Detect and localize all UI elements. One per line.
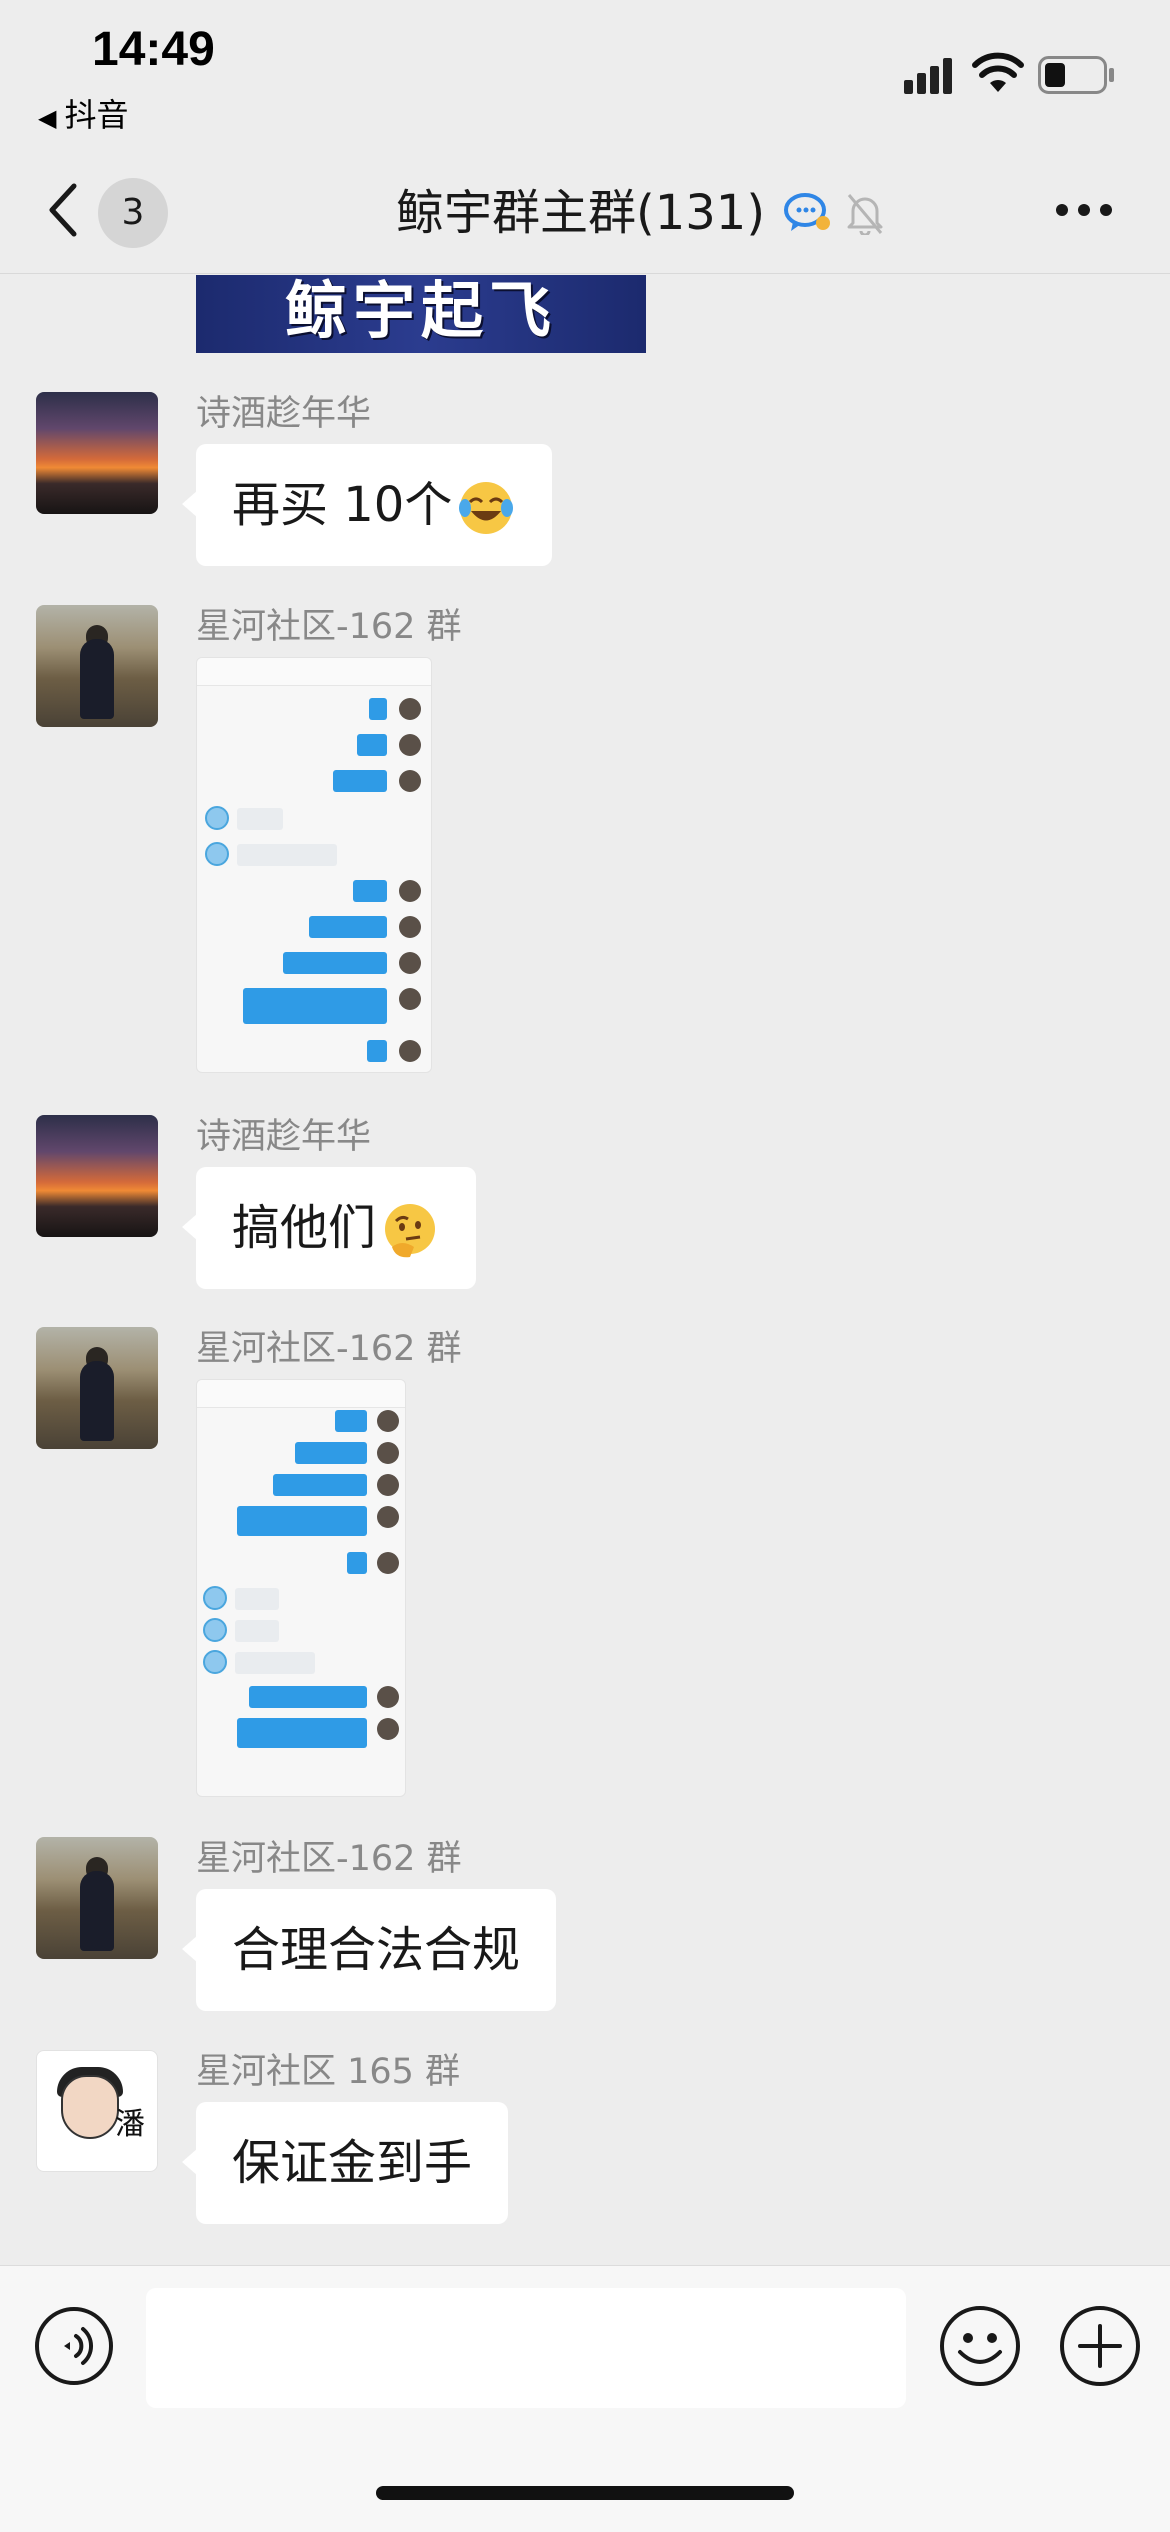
message-text: 合理合法合规 — [232, 1922, 521, 1978]
message-bubble[interactable]: 合理合法合规 — [181, 1889, 557, 2011]
back-triangle-icon: ◀ — [38, 104, 57, 132]
chat-screenshot-image[interactable] — [196, 657, 432, 1073]
message-list[interactable]: 鲸宇起飞 诗酒趁年华 再买 10个 星河社区-162 群 诗酒趁年华 搞他们 星… — [0, 275, 1170, 2265]
home-indicator[interactable] — [376, 2486, 794, 2500]
message-text: 再买 10个 — [232, 477, 453, 533]
emoji-icon[interactable] — [938, 2304, 1022, 2388]
chat-title-group: 鲸宇群主群(131) — [396, 178, 885, 248]
message-text: 保证金到手 — [232, 2135, 473, 2191]
sender-name: 星河社区-162 群 — [196, 1839, 462, 1879]
message-bubble[interactable]: 再买 10个 — [181, 444, 553, 566]
chat-header: 3 鲸宇群主群(131) — [0, 150, 1170, 274]
unread-count-badge[interactable]: 3 — [98, 178, 168, 248]
status-time: 14:49 — [92, 23, 215, 76]
sender-name: 诗酒趁年华 — [196, 1117, 372, 1157]
sender-name: 诗酒趁年华 — [196, 394, 372, 434]
avatar-character: 潘 — [115, 2107, 145, 2142]
back-chevron-icon[interactable] — [42, 180, 82, 240]
back-app-label: 抖音 — [64, 96, 129, 134]
group-chat-icon — [784, 193, 831, 231]
avatar[interactable] — [36, 1327, 158, 1449]
add-more-icon[interactable] — [1058, 2304, 1142, 2388]
chat-screenshot-image[interactable] — [196, 1379, 406, 1797]
voice-input-icon[interactable] — [34, 2306, 114, 2386]
avatar[interactable] — [36, 392, 158, 514]
battery-icon — [1038, 56, 1114, 94]
wifi-icon — [972, 52, 1024, 92]
sender-name: 星河社区 165 群 — [196, 2052, 461, 2092]
tears-of-joy-emoji-icon — [459, 482, 514, 534]
avatar[interactable]: 潘 — [36, 2050, 158, 2172]
message-text: 搞他们 — [232, 1200, 377, 1256]
avatar[interactable] — [36, 1115, 158, 1237]
more-options-icon[interactable] — [1054, 202, 1114, 218]
avatar[interactable] — [36, 605, 158, 727]
sender-name: 星河社区-162 群 — [196, 607, 462, 647]
mute-bell-icon — [847, 194, 883, 235]
message-bubble[interactable]: 搞他们 — [181, 1167, 477, 1289]
status-bar: 14:49 ◀ 抖音 — [0, 0, 1170, 150]
back-to-app-link[interactable]: ◀ 抖音 — [38, 90, 128, 136]
banner-image[interactable]: 鲸宇起飞 — [196, 275, 646, 353]
thinking-face-emoji-icon — [385, 1204, 436, 1258]
message-bubble[interactable]: 保证金到手 — [181, 2102, 509, 2224]
cellular-signal-icon — [904, 58, 952, 94]
avatar[interactable] — [36, 1837, 158, 1959]
chat-title: 鲸宇群主群(131) — [396, 185, 766, 241]
message-input[interactable] — [146, 2288, 906, 2408]
sender-name: 星河社区-162 群 — [196, 1329, 462, 1369]
